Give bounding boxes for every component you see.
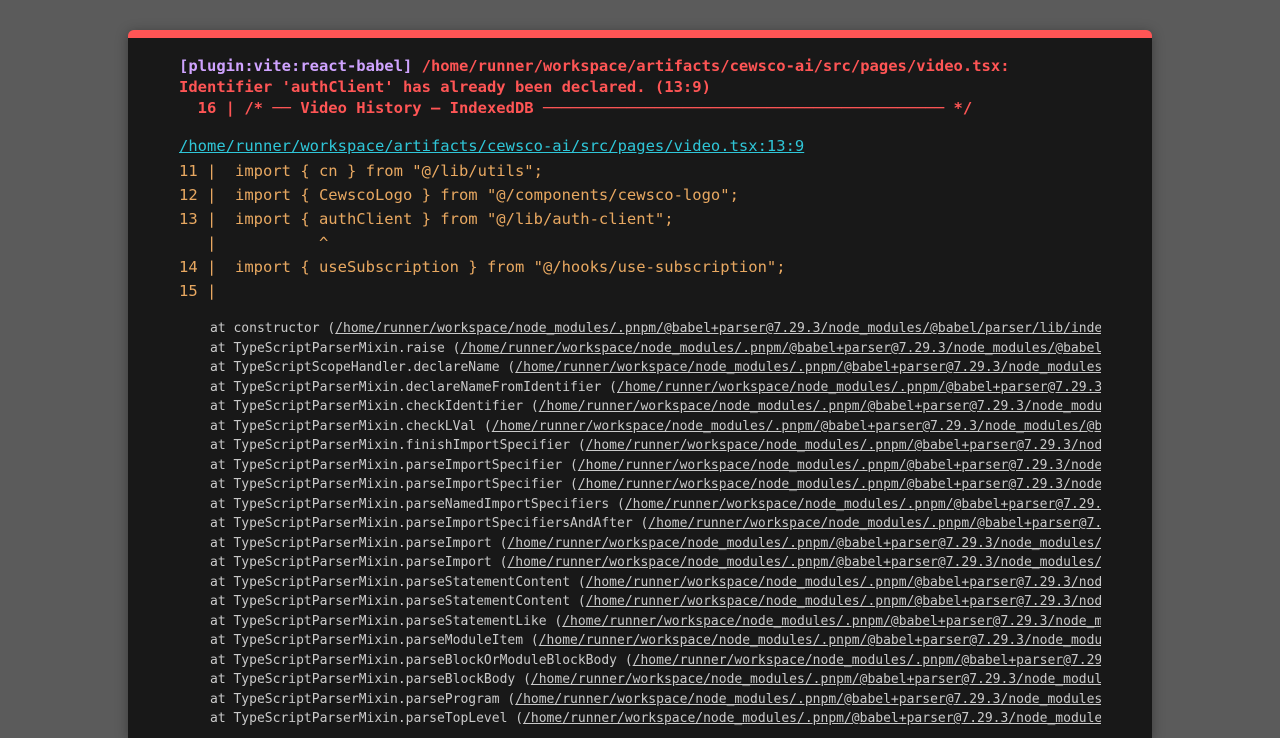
stack-frame-location-link[interactable]: /home/runner/workspace/node_modules/.pnp… bbox=[492, 419, 1101, 434]
stack-frame: at TypeScriptParserMixin.raise (/home/ru… bbox=[179, 339, 1101, 359]
stack-frame-function: at constructor ( bbox=[210, 321, 336, 336]
code-frame-caret: | ^ bbox=[179, 234, 329, 252]
code-frame: 11 | import { cn } from "@/lib/utils"; 1… bbox=[179, 159, 1101, 303]
plugin-name: [plugin:vite:react-babel] bbox=[179, 57, 413, 75]
stack-frame-function: at TypeScriptParserMixin.raise ( bbox=[210, 340, 461, 356]
stack-frame: at TypeScriptParserMixin.finishImportSpe… bbox=[179, 436, 1101, 456]
stack-frame: at TypeScriptParserMixin.parseNamedImpor… bbox=[179, 495, 1101, 515]
code-frame-line: 15 | bbox=[179, 282, 217, 300]
error-overlay-window: [plugin:vite:react-babel] /home/runner/w… bbox=[128, 30, 1152, 738]
stack-frame: at TypeScriptParserMixin.declareNameFrom… bbox=[179, 378, 1101, 398]
stack-frame-location-link[interactable]: /home/runner/workspace/node_modules/.pnp… bbox=[578, 477, 1101, 492]
stack-frame: at constructor (/home/runner/workspace/n… bbox=[179, 319, 1101, 339]
stack-frame-location-link[interactable]: /home/runner/workspace/node_modules/.pnp… bbox=[539, 633, 1101, 648]
stack-frame-function: at TypeScriptParserMixin.parseImport ( bbox=[210, 555, 508, 570]
stack-frame-function: at TypeScriptParserMixin.parseProgram ( bbox=[210, 691, 516, 707]
file-location-link[interactable]: /home/runner/workspace/artifacts/cewsco-… bbox=[179, 136, 804, 157]
stack-frame: at TypeScriptParserMixin.checkLVal (/hom… bbox=[179, 417, 1101, 437]
stack-frame-location-link[interactable]: /home/runner/workspace/node_modules/.pnp… bbox=[586, 594, 1101, 609]
stack-frame-function: at TypeScriptParserMixin.parseImport ( bbox=[210, 535, 508, 551]
stack-frame-location-link[interactable]: /home/runner/workspace/node_modules/.pnp… bbox=[507, 555, 1101, 570]
stack-frame-function: at TypeScriptParserMixin.parseImportSpec… bbox=[210, 457, 578, 473]
stack-frame: at TypeScriptParserMixin.parseProgram (/… bbox=[179, 690, 1101, 710]
error-file-path: /home/runner/workspace/artifacts/cewsco-… bbox=[412, 57, 1010, 75]
stack-frame-function: at TypeScriptScopeHandler.declareName ( bbox=[210, 360, 516, 375]
stack-frame: at TypeScriptParserMixin.parseImportSpec… bbox=[179, 514, 1101, 534]
error-overlay-backdrop[interactable]: [plugin:vite:react-babel] /home/runner/w… bbox=[0, 0, 1280, 738]
stack-frame-function: at TypeScriptParserMixin.parseImportSpec… bbox=[210, 477, 578, 492]
error-message: Identifier 'authClient' has already been… bbox=[179, 78, 711, 96]
stack-frame-location-link[interactable]: /home/runner/workspace/node_modules/.pnp… bbox=[617, 380, 1101, 395]
stack-frame-function: at TypeScriptParserMixin.checkIdentifier… bbox=[210, 399, 539, 414]
stack-frame-location-link[interactable]: /home/runner/workspace/node_modules/.pnp… bbox=[523, 711, 1101, 726]
stack-frame-function: at TypeScriptParserMixin.parseBlockOrMod… bbox=[210, 652, 633, 668]
stack-frame-function: at TypeScriptParserMixin.parseStatementL… bbox=[210, 613, 563, 629]
stack-frame-location-link[interactable]: /home/runner/workspace/node_modules/.pnp… bbox=[460, 341, 1101, 356]
code-frame-line: 11 | import { cn } from "@/lib/utils"; bbox=[179, 162, 543, 180]
stack-frame-location-link[interactable]: /home/runner/workspace/node_modules/.pnp… bbox=[562, 614, 1101, 629]
stack-frame-location-link[interactable]: /home/runner/workspace/node_modules/.pnp… bbox=[539, 399, 1101, 414]
stack-frame: at TypeScriptParserMixin.parseImport (/h… bbox=[179, 553, 1101, 573]
error-overlay-content: [plugin:vite:react-babel] /home/runner/w… bbox=[179, 56, 1101, 729]
stack-frame-location-link[interactable]: /home/runner/workspace/node_modules/.pnp… bbox=[531, 672, 1101, 687]
stack-frame-function: at TypeScriptParserMixin.parseNamedImpor… bbox=[210, 496, 625, 512]
stack-frame-function: at TypeScriptParserMixin.parseImportSpec… bbox=[210, 516, 649, 531]
stack-frame: at TypeScriptParserMixin.parseImport (/h… bbox=[179, 534, 1101, 554]
stack-frame: at TypeScriptParserMixin.parseStatementC… bbox=[179, 573, 1101, 593]
code-frame-line: 12 | import { CewscoLogo } from "@/compo… bbox=[179, 186, 739, 204]
stack-frame: at TypeScriptParserMixin.parseBlockBody … bbox=[179, 670, 1101, 690]
stack-frame-location-link[interactable]: /home/runner/workspace/node_modules/.pnp… bbox=[586, 438, 1101, 453]
stack-frame-location-link[interactable]: /home/runner/workspace/node_modules/.pnp… bbox=[578, 458, 1101, 473]
stack-frame: at TypeScriptParserMixin.parseStatementL… bbox=[179, 612, 1101, 632]
stack-frame-location-link[interactable]: /home/runner/workspace/node_modules/.pnp… bbox=[633, 653, 1101, 668]
stack-frame-function: at TypeScriptParserMixin.parseTopLevel ( bbox=[210, 711, 524, 726]
stack-frame: at TypeScriptParserMixin.parseImportSpec… bbox=[179, 456, 1101, 476]
stack-frame: at TypeScriptParserMixin.checkIdentifier… bbox=[179, 397, 1101, 417]
error-header: [plugin:vite:react-babel] /home/runner/w… bbox=[179, 56, 1101, 77]
stack-frame-function: at TypeScriptParserMixin.parseStatementC… bbox=[210, 594, 586, 609]
stack-frame-function: at TypeScriptParserMixin.parseBlockBody … bbox=[210, 672, 531, 687]
stack-frame-function: at TypeScriptParserMixin.declareNameFrom… bbox=[210, 379, 617, 395]
code-frame-line: 14 | import { useSubscription } from "@/… bbox=[179, 258, 786, 276]
stack-frame-function: at TypeScriptParserMixin.parseModuleItem… bbox=[210, 633, 539, 648]
stack-frame: at TypeScriptParserMixin.parseModuleItem… bbox=[179, 631, 1101, 651]
stack-frame-location-link[interactable]: /home/runner/workspace/node_modules/.pnp… bbox=[335, 321, 1101, 336]
stack-frame-location-link[interactable]: /home/runner/workspace/node_modules/.pnp… bbox=[515, 360, 1101, 375]
stack-frame-function: at TypeScriptParserMixin.finishImportSpe… bbox=[210, 438, 586, 453]
stack-trace: at constructor (/home/runner/workspace/n… bbox=[179, 319, 1101, 729]
error-source-line: 16 | /* ── Video History — IndexedDB ───… bbox=[179, 99, 973, 117]
stack-frame-location-link[interactable]: /home/runner/workspace/node_modules/.pnp… bbox=[625, 497, 1101, 512]
stack-frame-function: at TypeScriptParserMixin.parseStatementC… bbox=[210, 574, 586, 590]
stack-frame-location-link[interactable]: /home/runner/workspace/node_modules/.pnp… bbox=[507, 536, 1101, 551]
stack-frame-location-link[interactable]: /home/runner/workspace/node_modules/.pnp… bbox=[648, 516, 1101, 531]
stack-frame: at TypeScriptParserMixin.parseBlockOrMod… bbox=[179, 651, 1101, 671]
stack-frame-location-link[interactable]: /home/runner/workspace/node_modules/.pnp… bbox=[515, 692, 1101, 707]
stack-frame-function: at TypeScriptParserMixin.checkLVal ( bbox=[210, 418, 492, 434]
stack-frame-location-link[interactable]: /home/runner/workspace/node_modules/.pnp… bbox=[586, 575, 1101, 590]
stack-frame: at TypeScriptParserMixin.parseImportSpec… bbox=[179, 475, 1101, 495]
stack-frame: at TypeScriptParserMixin.parseStatementC… bbox=[179, 592, 1101, 612]
stack-frame: at TypeScriptScopeHandler.declareName (/… bbox=[179, 358, 1101, 378]
stack-frame: at TypeScriptParserMixin.parseTopLevel (… bbox=[179, 709, 1101, 729]
code-frame-line: 13 | import { authClient } from "@/lib/a… bbox=[179, 210, 674, 228]
